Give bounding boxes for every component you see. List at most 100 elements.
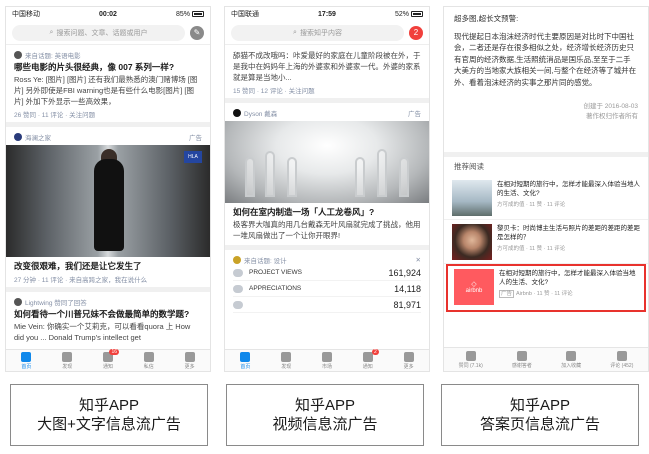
ad-tag: 广告 — [499, 290, 515, 298]
answer-heading: 超多图,超长文预警: — [454, 14, 519, 23]
notification-badge: 16 — [109, 348, 119, 355]
recommended-item[interactable]: 黎贝卡：时尚博主生活与照片的差距的差距的差距是怎样的？ 方可成的值 · 11 赞 … — [444, 220, 648, 264]
copyright-note: 著作权归作者所有 — [586, 113, 638, 120]
comment-icon — [616, 350, 627, 361]
recommended-reading-title: 推荐阅读 — [444, 152, 648, 176]
tab-notifications[interactable]: 通知 2 — [362, 348, 379, 370]
notification-badge: 2 — [372, 348, 379, 355]
stat-row: APPRECIATIONS 14,118 — [233, 281, 421, 297]
avatar — [14, 297, 22, 306]
battery-icon — [410, 11, 423, 17]
status-bar: 中国移动 00:02 85% — [6, 7, 210, 21]
card-excerpt: Ross Ye: [图片] [图片] 还有我们最熟悉的澳门赌博场 [图片] 另外… — [14, 75, 198, 106]
feed-card[interactable]: 来自话题: 英语电影 哪些电影的片头很经典，像 007 系列一样? Ross Y… — [6, 45, 210, 127]
stat-row: PROJECT VIEWS 161,924 — [233, 265, 421, 281]
heart-icon — [516, 350, 527, 361]
time: 17:59 — [318, 10, 336, 18]
card-meta: 26 赞同 · 11 评论 · 关注问题 — [14, 112, 96, 119]
feed-card[interactable]: 舔猫不成改哦吗：咔爱最好的家庭在儿童阶段被在外，于是我中在妈妈年上海的外婆家和外… — [225, 45, 429, 103]
tab-more[interactable]: 更多 — [184, 351, 195, 370]
phone-answer-page-ad: 超多图,超长文预警: 现代提起日本泡沫经济时代主要原因是对比时下中国社会，二者还… — [443, 6, 649, 372]
menu-icon — [184, 351, 195, 362]
home-icon — [240, 351, 251, 362]
tab-home[interactable]: 首页 — [240, 351, 251, 370]
phone-feed-image-ad: 中国移动 00:02 85% ⌕ 搜索问题、文章、话题或用户 ✎ 来自话题: 英… — [5, 6, 211, 372]
recommended-item[interactable]: 在相对短期的旅行中，怎样才能最深入体验当地人的生活、文化? 方可成的值 · 11 … — [444, 176, 648, 220]
caption-box: 知乎APP 视频信息流广告 — [226, 384, 424, 446]
card-excerpt: Mie Vein: 你确实一个艾莉克，可以看看quora 上 How did y… — [14, 322, 191, 342]
ad-tag: 广告 — [408, 110, 421, 118]
answer-body: 超多图,超长文预警: 现代提起日本泡沫经济时代主要原因是对比时下中国社会，二者还… — [444, 7, 648, 94]
ad-card[interactable]: Dyson 戴森 广告 如何在室内制造一场「人工龙卷风」? 极客界大咖真的用几台戴… — [225, 103, 429, 250]
tab-discover[interactable]: 发现 — [281, 351, 292, 370]
search-icon: ⌕ — [293, 28, 297, 36]
tab-home[interactable]: 首页 — [21, 351, 32, 370]
notification-badge[interactable]: 2 — [409, 25, 423, 40]
avatar — [14, 50, 22, 59]
tab-notifications[interactable]: 通知 16 — [102, 348, 119, 370]
favorite-button[interactable]: 加入收藏 — [561, 350, 581, 369]
home-icon — [21, 351, 32, 362]
phone-feed-video-ad: 中国联通 17:59 52% ⌕ 搜索知乎内容 2 舔猫不成改哦吗：咔爱最好的家… — [224, 6, 430, 372]
ad-video[interactable] — [225, 121, 429, 203]
star-icon — [566, 350, 577, 361]
tab-messages[interactable]: 私信 — [143, 351, 154, 370]
caption-box: 知乎APP 大图+文字信息流广告 — [10, 384, 208, 446]
search-input[interactable]: ⌕ 搜索问题、文章、话题或用户 — [12, 24, 185, 41]
avatar — [233, 255, 241, 264]
search-input[interactable]: ⌕ 搜索知乎内容 — [231, 24, 404, 41]
ad-recommended-item[interactable]: ◇ airbnb 在相对短期的旅行中，怎样才能最深入体验当地人的生活、文化? 广告 A… — [446, 264, 646, 312]
battery-level: 85% — [175, 10, 190, 18]
caption-box: 知乎APP 答案页信息流广告 — [441, 384, 639, 446]
time: 00:02 — [99, 10, 117, 18]
answer-action-bar: 赞同 (7.1k) 感谢答者 加入收藏 评论 (452) — [444, 347, 648, 371]
carrier: 中国移动 — [12, 11, 40, 18]
comment-button[interactable]: 评论 (452) — [610, 350, 633, 369]
card-title[interactable]: 哪些电影的片头很经典，像 007 系列一样? — [14, 61, 202, 73]
ad-image[interactable]: HLA — [6, 145, 210, 257]
thumbs-up-icon — [233, 284, 243, 293]
status-bar: 中国联通 17:59 52% — [225, 7, 429, 21]
stat-row: 81,971 — [233, 297, 421, 313]
compass-icon — [281, 351, 292, 362]
card-meta: 27 分钟 · 11 评论 · 来自高跨之家，我在说什么 — [14, 277, 148, 284]
tab-more[interactable]: 更多 — [403, 351, 414, 370]
answer-date: 创建于 2016-08-03 — [583, 103, 638, 110]
answer-text: 现代提起日本泡沫经济时代主要原因是对比时下中国社会，二者还是存在很多相似之处，经… — [454, 31, 637, 87]
airbnb-logo-icon: ◇ airbnb — [454, 269, 494, 305]
ad-tag: 广告 — [189, 134, 202, 142]
ad-card[interactable]: 海澜之家 广告 HLA 改变很艰难，我们还是让它发生了 27 分钟 · 11 评论… — [6, 127, 210, 292]
chat-icon — [233, 300, 243, 309]
tab-market[interactable]: 市场 — [321, 351, 332, 370]
search-icon: ⌕ — [49, 28, 54, 36]
feed-card[interactable]: 来自话题: 设计 ✕ PROJECT VIEWS 161,924 APPRECIAT… — [225, 250, 429, 317]
brand-logo-icon: HLA — [184, 151, 202, 163]
card-excerpt: 舔猫不成改哦吗：咔爱最好的家庭在儿童阶段被在外，于是我中在妈妈年上海的外婆家和外… — [233, 51, 421, 82]
compass-icon — [62, 351, 73, 362]
thumbnail — [452, 180, 492, 216]
card-meta: 15 赞同 · 12 评论 · 关注问题 — [233, 88, 315, 95]
eye-icon — [233, 268, 243, 277]
upvote-button[interactable]: 赞同 (7.1k) — [459, 350, 483, 369]
brand-logo — [233, 108, 241, 117]
card-title[interactable]: 改变很艰难，我们还是让它发生了 — [14, 260, 202, 272]
battery-icon — [191, 11, 204, 17]
feed-card[interactable]: Lightwing 赞同了回答 如何看待一个川普兄妹不会做最简单的数学题? Mi… — [6, 292, 210, 347]
store-icon — [321, 351, 332, 362]
card-title[interactable]: 如何在室内制造一场「人工龙卷风」? — [233, 206, 421, 218]
close-icon[interactable]: ✕ — [416, 256, 421, 264]
compose-icon[interactable]: ✎ — [190, 25, 204, 40]
tab-bar: 首页 发现 市场 通知 2 更多 — [225, 348, 429, 371]
chat-icon — [143, 351, 154, 362]
battery-level: 52% — [394, 10, 409, 18]
card-title[interactable]: 如何看待一个川普兄妹不会做最简单的数学题? — [14, 308, 202, 320]
carrier: 中国联通 — [231, 11, 259, 18]
thumbnail — [452, 224, 492, 260]
menu-icon — [403, 351, 414, 362]
brand-logo — [14, 132, 22, 141]
upvote-icon — [465, 350, 476, 361]
tab-bar: 首页 发现 通知 16 私信 更多 — [6, 348, 210, 371]
tab-discover[interactable]: 发现 — [62, 351, 73, 370]
thank-button[interactable]: 感谢答者 — [512, 350, 532, 369]
card-excerpt: 极客界大咖真的用几台戴森无叶风扇就完成了挑战，他用一堆风扇做出了一个让你开眼界! — [233, 220, 421, 240]
